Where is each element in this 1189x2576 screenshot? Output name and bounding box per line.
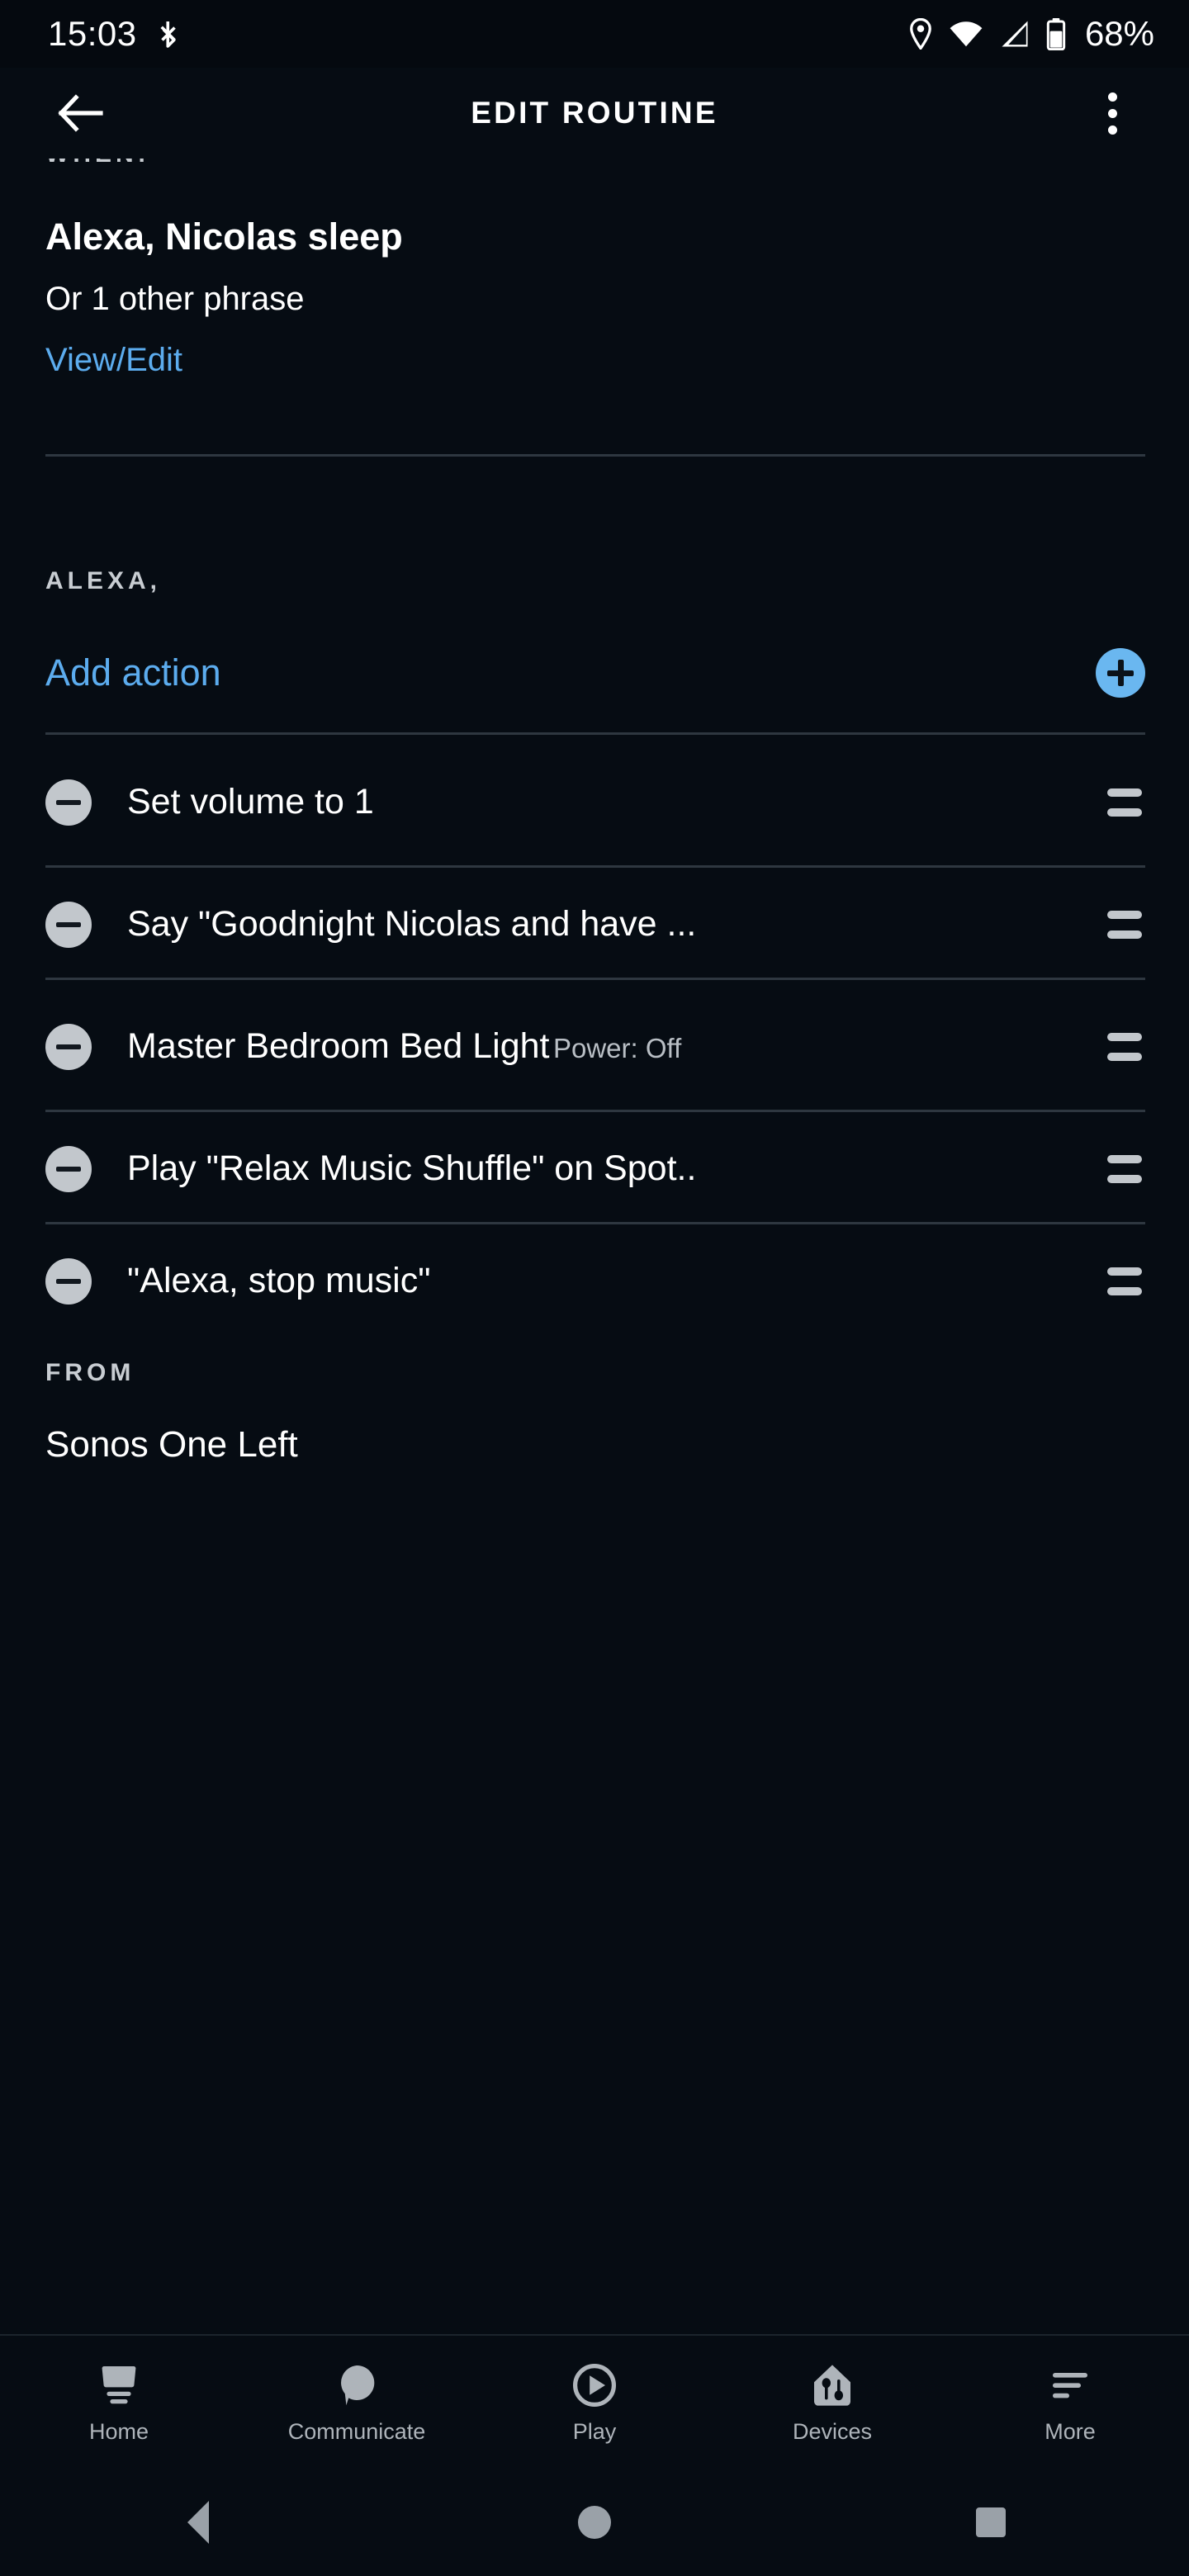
- drag-handle-icon[interactable]: [1107, 1033, 1145, 1061]
- triangle-back-icon: [187, 2501, 209, 2544]
- action-text-wrap: Say "Goodnight Nicolas and have ...: [127, 904, 1107, 945]
- add-action-label: Add action: [45, 651, 221, 694]
- divider-below-add-action: [45, 732, 1145, 735]
- overflow-menu-icon: [1107, 92, 1117, 102]
- trigger-other-phrases: Or 1 other phrase: [45, 280, 305, 317]
- trigger-block: Alexa, Nicolas sleep Or 1 other phrase V…: [45, 216, 1144, 378]
- drag-handle-bar: [1107, 1287, 1142, 1295]
- circle-home-icon: [578, 2506, 611, 2539]
- tab-label: Communicate: [287, 2419, 426, 2444]
- tab-more[interactable]: More: [951, 2336, 1189, 2469]
- tab-play[interactable]: Play: [476, 2336, 713, 2469]
- bottom-navigation-bar: Home Communicate Play Devices More: [0, 2334, 1189, 2469]
- home-devices-icon: [811, 2361, 854, 2409]
- drag-handle-bar: [1107, 807, 1142, 817]
- bluetooth-disabled-icon: [154, 17, 183, 50]
- divider: [45, 1222, 1145, 1224]
- tab-devices[interactable]: Devices: [713, 2336, 951, 2469]
- divider: [45, 865, 1145, 868]
- action-title: Master Bedroom Bed Light: [127, 1026, 550, 1067]
- tab-label: More: [1045, 2419, 1096, 2444]
- drag-handle-bar: [1107, 1033, 1142, 1041]
- cellular-signal-icon: [999, 19, 1030, 49]
- battery-icon: [1045, 17, 1067, 50]
- routine-scroll-content[interactable]: WHEN: Alexa, Nicolas sleep Or 1 other ph…: [0, 159, 1189, 2293]
- drag-handle-bar: [1107, 930, 1142, 939]
- tab-label: Devices: [792, 2419, 873, 2444]
- battery-percentage: 68%: [1084, 14, 1154, 53]
- location-pin-icon: [908, 18, 933, 50]
- drag-handle-bar: [1107, 1175, 1142, 1183]
- action-title: "Alexa, stop music": [127, 1261, 431, 1301]
- when-label: WHEN:: [45, 159, 150, 168]
- action-text-wrap: "Alexa, stop music": [127, 1261, 1107, 1301]
- drag-handle-bar: [1107, 1053, 1142, 1061]
- view-edit-link[interactable]: View/Edit: [45, 342, 1144, 378]
- status-bar-left: 15:03: [48, 17, 183, 51]
- trigger-phrase: Alexa, Nicolas sleep: [45, 215, 403, 258]
- tab-label: Home: [88, 2419, 149, 2444]
- minus-circle-icon[interactable]: [45, 902, 92, 948]
- overflow-menu-icon: [1107, 125, 1117, 135]
- table-row[interactable]: Set volume to 1: [0, 739, 1189, 865]
- table-row[interactable]: Say "Goodnight Nicolas and have ...: [0, 872, 1189, 978]
- action-text-wrap: Set volume to 1: [127, 782, 1107, 822]
- home-nav-button[interactable]: [396, 2506, 793, 2539]
- minus-circle-icon[interactable]: [45, 779, 92, 826]
- divider-below-trigger: [45, 454, 1145, 457]
- wifi-icon: [948, 19, 984, 49]
- from-section-label: FROM: [45, 1359, 135, 1386]
- page-title: EDIT ROUTINE: [471, 96, 718, 130]
- from-device-value: Sonos One Left: [45, 1424, 298, 1465]
- drag-handle-icon[interactable]: [1107, 788, 1145, 817]
- play-circle-icon: [572, 2361, 617, 2409]
- alexa-section-label: ALEXA,: [45, 567, 162, 594]
- minus-circle-icon[interactable]: [45, 1258, 92, 1305]
- drag-handle-bar: [1107, 1155, 1142, 1163]
- app-bar: EDIT ROUTINE: [0, 68, 1189, 159]
- echo-device-icon: [97, 2361, 141, 2409]
- back-nav-button[interactable]: [0, 2501, 396, 2544]
- tab-home[interactable]: Home: [0, 2336, 238, 2469]
- minus-circle-icon[interactable]: [45, 1024, 92, 1070]
- overflow-menu-button[interactable]: [1083, 80, 1141, 146]
- action-text-wrap: Play "Relax Music Shuffle" on Spot..: [127, 1148, 1107, 1189]
- table-row[interactable]: Master Bedroom Bed Light Power: Off: [0, 984, 1189, 1110]
- action-title: Play "Relax Music Shuffle" on Spot..: [127, 1148, 697, 1189]
- action-text-wrap: Master Bedroom Bed Light Power: Off: [127, 1026, 1107, 1067]
- status-bar-clock: 15:03: [48, 14, 137, 53]
- drag-handle-icon[interactable]: [1107, 1267, 1145, 1295]
- action-title: Say "Goodnight Nicolas and have ...: [127, 904, 697, 945]
- plus-circle-icon[interactable]: [1096, 647, 1145, 698]
- divider: [45, 978, 1145, 980]
- drag-handle-bar: [1107, 911, 1142, 919]
- action-subtitle: Power: Off: [552, 1033, 682, 1064]
- tab-label: Play: [572, 2419, 617, 2444]
- drag-handle-icon[interactable]: [1107, 1155, 1145, 1183]
- action-title: Set volume to 1: [127, 781, 374, 822]
- square-recents-icon: [976, 2507, 1006, 2537]
- speech-bubble-icon: [336, 2361, 377, 2409]
- table-row[interactable]: "Alexa, stop music": [0, 1229, 1189, 1334]
- drag-handle-bar: [1107, 788, 1142, 797]
- when-section-label-clipped: WHEN:: [45, 159, 150, 173]
- overflow-menu-icon: [1107, 108, 1117, 118]
- add-action-row[interactable]: Add action: [45, 625, 1145, 720]
- phone-screen: 15:03 68% EDIT ROUTINE Alexa, Nicolas sl…: [0, 0, 1189, 2576]
- status-bar: 15:03 68%: [0, 0, 1189, 68]
- more-lines-icon: [1048, 2361, 1092, 2409]
- recents-nav-button[interactable]: [793, 2507, 1189, 2537]
- drag-handle-bar: [1107, 1267, 1142, 1276]
- minus-circle-icon[interactable]: [45, 1146, 92, 1192]
- status-bar-right: 68%: [908, 17, 1154, 51]
- tab-communicate[interactable]: Communicate: [238, 2336, 476, 2469]
- divider: [45, 1110, 1145, 1112]
- drag-handle-icon[interactable]: [1107, 911, 1145, 939]
- table-row[interactable]: Play "Relax Music Shuffle" on Spot..: [0, 1116, 1189, 1222]
- system-navigation-bar: [0, 2469, 1189, 2576]
